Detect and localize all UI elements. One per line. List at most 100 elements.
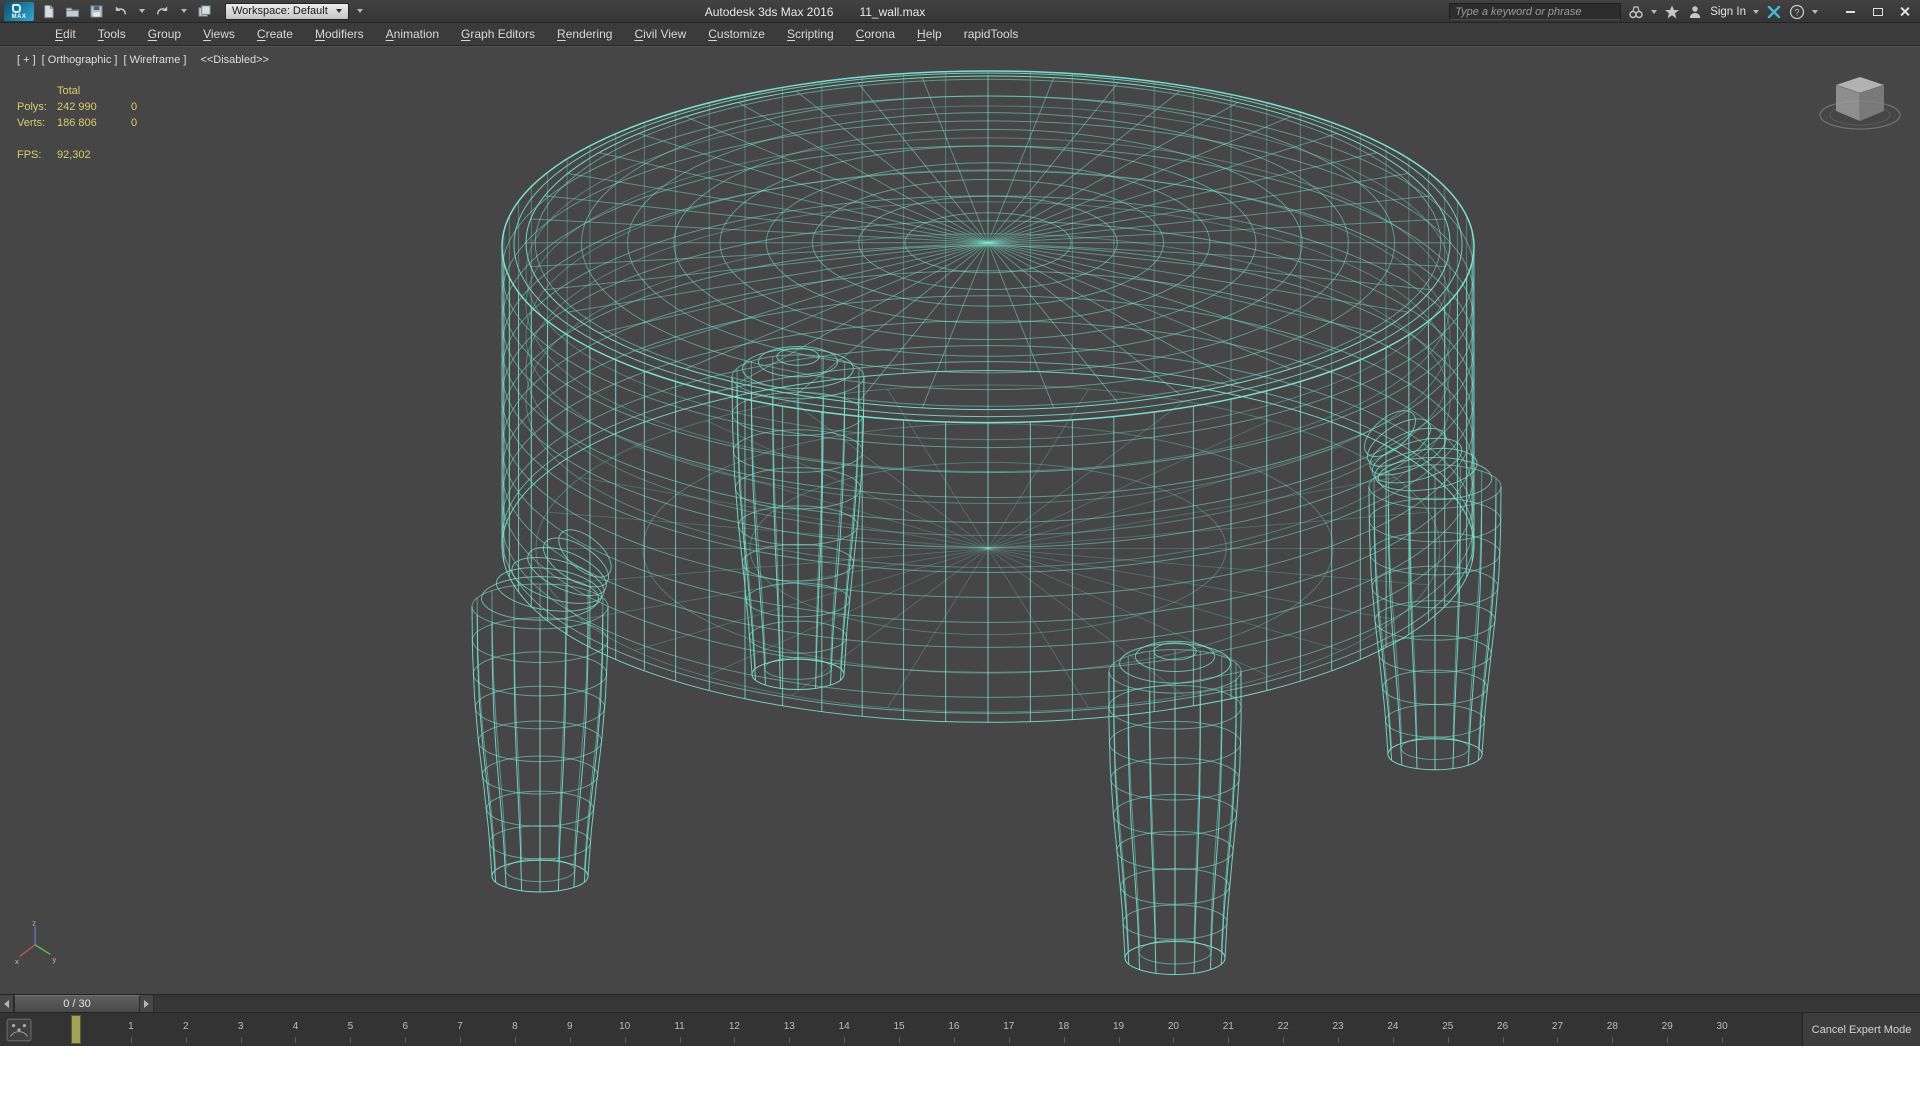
chevron-right-icon — [144, 1000, 149, 1008]
maximize-button[interactable] — [1864, 0, 1891, 23]
stats-row-fps: FPS: 92,302 — [17, 149, 91, 161]
viewport-label: [ + ] [ Orthographic ] [ Wireframe ] <<D… — [17, 54, 269, 66]
close-button[interactable] — [1891, 0, 1918, 23]
help-options-caret[interactable] — [1812, 9, 1818, 14]
frame-tick — [460, 1037, 462, 1043]
axis-x-label: x — [15, 957, 19, 966]
frame-label: 29 — [1661, 1021, 1673, 1032]
menu-modifiers[interactable]: Modifiers — [304, 23, 375, 45]
frame-tick — [1392, 1037, 1394, 1043]
communication-center-icon[interactable] — [1766, 4, 1782, 20]
open-folder-icon — [65, 7, 80, 17]
project-folder-button[interactable] — [195, 2, 214, 21]
viewport[interactable]: [ + ] [ Orthographic ] [ Wireframe ] <<D… — [0, 46, 1920, 994]
menu-civil-view[interactable]: Civil View — [623, 23, 697, 45]
workspace-options-caret[interactable] — [354, 3, 367, 20]
file-name: 11_wall.max — [859, 4, 926, 19]
menu-views[interactable]: Views — [192, 23, 246, 45]
workspace-label: Workspace: Default — [232, 5, 328, 17]
help-icon[interactable]: ? — [1789, 4, 1805, 20]
frame-label: 27 — [1551, 1021, 1564, 1032]
menu-customize[interactable]: Customize — [697, 23, 776, 45]
frame-tick — [789, 1037, 791, 1043]
current-frame-marker[interactable] — [71, 1015, 81, 1044]
frame-label: 11 — [674, 1021, 685, 1032]
svg-text:?: ? — [1794, 7, 1799, 17]
frame-tick — [514, 1037, 516, 1043]
frame-tick — [953, 1037, 955, 1043]
redo-button[interactable] — [153, 2, 172, 21]
menubar: Edit Tools Group Views Create Modifiers Animat… — [0, 23, 1920, 46]
undo-dropdown-caret[interactable] — [135, 3, 148, 20]
menu-graph-editors[interactable]: Graph Editors — [450, 23, 546, 45]
menu-rendering[interactable]: Rendering — [546, 23, 623, 45]
frame-label: 7 — [457, 1021, 463, 1032]
frame-label: 9 — [567, 1021, 573, 1032]
frame-label: 21 — [1222, 1021, 1234, 1032]
sign-in-button[interactable]: Sign In — [1710, 6, 1746, 18]
frame-tick — [1557, 1037, 1559, 1043]
next-frame-button[interactable] — [140, 995, 154, 1013]
frame-ruler[interactable]: 1 2 3 4 5 6 7 8 9 10 11 12 13 14 15 16 17 18 19 20 21 22 23 24 2… — [0, 1013, 1800, 1046]
menu-help[interactable]: Help — [906, 23, 953, 45]
frame-label: 30 — [1716, 1021, 1728, 1032]
titlebar: MAX Workspace: Default Autodesk 3ds Max … — [0, 0, 1920, 23]
minimize-icon — [1846, 10, 1855, 13]
menu-group[interactable]: Group — [137, 23, 192, 45]
3dsmax-app-button[interactable]: MAX — [4, 1, 34, 21]
frame-tick — [240, 1037, 242, 1043]
new-scene-button[interactable] — [39, 2, 58, 21]
search-options-caret[interactable] — [1651, 9, 1658, 14]
time-slider-track[interactable] — [155, 996, 1920, 1011]
frame-tick — [1283, 1037, 1285, 1043]
workspace-selector[interactable]: Workspace: Default — [225, 2, 349, 20]
viewport-status: <<Disabled>> — [200, 54, 269, 66]
cancel-expert-mode-button[interactable]: Cancel Expert Mode — [1802, 1013, 1920, 1047]
frame-tick — [844, 1037, 846, 1043]
menu-scripting[interactable]: Scripting — [776, 23, 845, 45]
save-file-button[interactable] — [87, 2, 106, 21]
frame-label: 12 — [728, 1021, 740, 1032]
search-binoculars-icon[interactable] — [1628, 4, 1644, 20]
chevron-down-icon — [357, 9, 364, 13]
user-icon — [1687, 4, 1703, 20]
frame-label: 16 — [948, 1021, 960, 1032]
infocenter-search-input[interactable] — [1449, 3, 1622, 20]
frame-tick — [899, 1037, 901, 1043]
axis-z-label: z — [32, 919, 36, 928]
redo-dropdown-caret[interactable] — [177, 3, 190, 20]
viewport-shading-menu[interactable]: [ Wireframe ] — [123, 54, 186, 66]
time-slider-thumb[interactable]: 0 / 30 — [14, 995, 140, 1013]
undo-button[interactable] — [111, 2, 130, 21]
viewcube[interactable] — [1812, 63, 1908, 147]
menu-create[interactable]: Create — [246, 23, 304, 45]
menu-rapidtools[interactable]: rapidTools — [953, 23, 1030, 45]
frame-label: 1 — [128, 1021, 134, 1032]
minimize-button[interactable] — [1837, 0, 1864, 23]
menu-tools[interactable]: Tools — [87, 23, 137, 45]
frame-tick — [569, 1037, 571, 1043]
wireframe-model[interactable] — [0, 47, 1920, 994]
frame-tick — [1447, 1037, 1449, 1043]
new-file-icon — [44, 4, 54, 18]
menu-edit[interactable]: Edit — [44, 23, 87, 45]
track-bar[interactable]: 1 2 3 4 5 6 7 8 9 10 11 12 13 14 15 16 17 18 19 20 21 22 23 24 2… — [0, 1012, 1920, 1047]
previous-frame-button[interactable] — [0, 995, 14, 1013]
frame-tick — [679, 1037, 681, 1043]
menu-corona[interactable]: Corona — [845, 23, 906, 45]
sign-in-caret[interactable] — [1753, 9, 1759, 14]
frame-tick — [130, 1037, 132, 1043]
frame-tick — [1063, 1037, 1065, 1043]
chevron-down-icon — [180, 9, 187, 13]
favorites-star-icon[interactable] — [1664, 4, 1680, 20]
project-folder-icon — [198, 4, 211, 17]
viewport-general-menu[interactable]: [ + ] — [17, 54, 36, 66]
menu-animation[interactable]: Animation — [375, 23, 450, 45]
viewport-pov-menu[interactable]: [ Orthographic ] — [42, 54, 118, 66]
frame-label: 18 — [1058, 1021, 1070, 1032]
close-icon — [1899, 6, 1910, 17]
open-file-button[interactable] — [63, 2, 82, 21]
frame-tick — [1667, 1037, 1669, 1043]
frame-label: 6 — [402, 1021, 408, 1032]
frame-label: 25 — [1442, 1021, 1454, 1032]
